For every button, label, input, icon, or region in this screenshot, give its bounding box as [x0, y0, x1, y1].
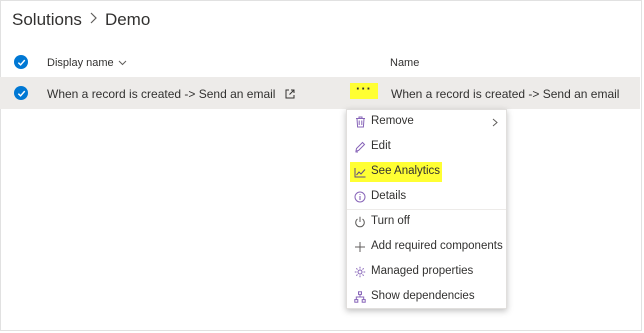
menu-item-see-analytics[interactable]: See Analytics — [347, 160, 506, 184]
column-header-name[interactable]: Name — [390, 57, 419, 69]
column-header-display-name[interactable]: Display name — [47, 57, 127, 69]
table-header: Display name Name — [0, 50, 644, 76]
chevron-down-icon — [118, 60, 126, 66]
checkmark-icon — [17, 90, 25, 97]
more-actions-button[interactable]: ··· — [350, 82, 378, 99]
menu-item-show-dependencies[interactable]: Show dependencies — [347, 285, 506, 309]
row-checkbox[interactable] — [14, 86, 28, 100]
menu-item-edit[interactable]: Edit — [347, 135, 506, 159]
breadcrumb-root[interactable]: Solutions — [12, 10, 82, 30]
row-name: When a record is created -> Send an emai… — [391, 87, 620, 101]
menu-item-remove[interactable]: Remove — [347, 110, 506, 134]
open-external-icon[interactable] — [285, 89, 295, 99]
breadcrumb: Solutions Demo — [12, 10, 150, 30]
table-row[interactable]: When a record is created -> Send an emai… — [0, 77, 640, 109]
plus-icon — [354, 241, 366, 253]
menu-item-managed-properties[interactable]: Managed properties — [347, 260, 506, 284]
pencil-icon — [354, 141, 366, 153]
chevron-right-icon — [90, 11, 97, 29]
info-icon — [354, 191, 366, 203]
context-menu: Remove Edit See Analytics Details Turn o… — [346, 109, 507, 309]
menu-item-add-required-components[interactable]: Add required components — [347, 235, 506, 259]
menu-item-details[interactable]: Details — [347, 185, 506, 209]
power-icon — [354, 216, 366, 228]
menu-item-turn-off[interactable]: Turn off — [347, 210, 506, 234]
checkmark-icon — [17, 59, 25, 66]
row-display-name[interactable]: When a record is created -> Send an emai… — [47, 87, 295, 101]
trash-icon — [354, 116, 366, 128]
gear-icon — [354, 266, 366, 278]
chevron-right-icon — [492, 118, 498, 127]
hierarchy-icon — [354, 291, 366, 303]
breadcrumb-current: Demo — [104, 10, 151, 29]
chart-icon — [354, 166, 366, 178]
select-all-checkbox[interactable] — [14, 55, 28, 69]
